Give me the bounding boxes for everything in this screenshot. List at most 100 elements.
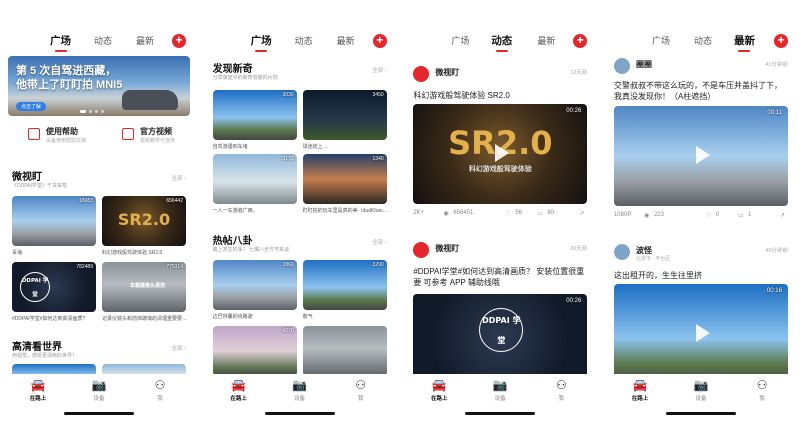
nav-label: 我 <box>157 396 163 402</box>
plaza-content: 第 5 次自驾进西藏， 他带上了盯盯拍 MNI5 点击了解 使用帮助 设备使用帮… <box>6 56 192 374</box>
avatar[interactable] <box>413 242 430 258</box>
tab-feed[interactable]: 动态 <box>94 34 112 47</box>
post-stats: 1080P ◉ 223 ♡ 0 ▭ 1 ↗ <box>614 212 788 222</box>
video-player[interactable]: DDPAI 学堂 00:26 <box>413 294 588 374</box>
like-icon[interactable]: ♡ <box>505 210 510 217</box>
video-player[interactable]: SR2.0 科幻游戏般驾驶体验 00:26 <box>413 104 588 204</box>
promo-banner[interactable]: 第 5 次自驾进西藏， 他带上了盯盯拍 MNI5 点击了解 <box>8 56 190 116</box>
car-icon: 🚘 <box>231 378 247 392</box>
bottom-nav: 🚘 在路上 📷 设备 ⚇ 我 <box>6 378 192 408</box>
nav-me[interactable]: ⚇ 我 <box>140 378 180 402</box>
tab-feed[interactable]: 动态 <box>295 34 313 47</box>
car-icon: 🚘 <box>30 378 46 392</box>
view-all-link[interactable]: 全部 › <box>372 66 386 74</box>
video-thumbnail[interactable]: 3030 <box>212 90 297 140</box>
tab-latest[interactable]: 最新 <box>734 33 755 52</box>
nav-me[interactable]: ⚇ 我 <box>541 378 581 402</box>
avatar[interactable] <box>613 58 630 74</box>
top-tabs: 广场 动态 最新 <box>207 33 393 52</box>
nav-on-the-road[interactable]: 🚘 在路上 <box>18 378 58 402</box>
home-indicator <box>264 412 335 415</box>
post-header: 微视盯 12天前 <box>413 66 587 84</box>
tab-latest[interactable]: 最新 <box>537 34 555 47</box>
view-count: 656451 <box>453 210 474 216</box>
tab-latest[interactable]: 最新 <box>136 34 154 47</box>
banner-pager <box>80 110 104 113</box>
video-thumbnail[interactable]: 4270 <box>212 326 297 374</box>
video-thumbnail[interactable]: DDPAI 学堂 782489 <box>12 262 96 312</box>
author-name[interactable]: 圈圈 <box>636 59 652 70</box>
view-all-link[interactable]: 全部 › <box>372 238 386 246</box>
play-icon <box>495 144 510 162</box>
post-text: 交警叔叔不带这么玩的，不是车压井盖抖了下，我真没发现你！（A柱遮挡） <box>613 81 782 101</box>
phone-screen-plaza-scrolled: 广场 动态 最新 + 发现新奇 分享旅途中的新奇有趣的片刻 全部 › 3030 … <box>206 0 393 427</box>
nav-device[interactable]: 📷 设备 <box>681 378 721 402</box>
phone-screen-plaza: 广场 动态 最新 + 第 5 次自驾进西藏， 他带上了盯盯拍 MNI5 点击了解… <box>6 0 192 427</box>
banner-cta-button[interactable]: 点击了解 <box>16 102 47 111</box>
nav-on-the-road[interactable]: 🚘 在路上 <box>419 378 459 402</box>
user-icon: ⚇ <box>555 378 567 392</box>
tab-feed[interactable]: 动态 <box>694 34 712 47</box>
share-icon[interactable]: ↗ <box>780 212 785 219</box>
plaza-content: 发现新奇 分享旅途中的新奇有趣的片刻 全部 › 3030 自驾游遇到车堵 345… <box>207 56 393 374</box>
author-name[interactable]: 微视盯 <box>435 243 459 254</box>
avatar[interactable] <box>413 66 430 82</box>
tab-plaza[interactable]: 广场 <box>451 34 469 47</box>
screenshot-strip: 广场 动态 最新 + 第 5 次自驾进西藏， 他带上了盯盯拍 MNI5 点击了解… <box>0 0 800 427</box>
view-all-link[interactable]: 全部 › <box>172 344 186 352</box>
add-post-button[interactable]: + <box>172 34 186 48</box>
official-video-subtitle: 视频教学与宣传 <box>140 138 176 144</box>
video-thumbnail[interactable] <box>102 364 186 374</box>
video-caption: 记录仪镜头和前挡玻璃的清理重要要… <box>102 316 188 322</box>
section-title-hd: 高清看世界 <box>12 342 62 353</box>
view-all-link[interactable]: 全部 › <box>172 174 186 182</box>
tab-feed[interactable]: 动态 <box>491 33 512 52</box>
car-image <box>122 90 178 110</box>
video-thumbnail[interactable]: SR2.0 656442 <box>102 196 186 246</box>
video-caption: 青海 <box>12 250 23 256</box>
nav-device[interactable]: 📷 设备 <box>480 378 520 402</box>
avatar[interactable] <box>613 244 630 260</box>
video-player[interactable]: 00:11 <box>613 106 788 206</box>
tab-plaza[interactable]: 广场 <box>652 34 670 47</box>
view-count: 782489 <box>76 264 93 270</box>
comment-icon[interactable]: ▭ <box>738 212 744 219</box>
post-header: 圈圈 41分钟前 <box>613 58 788 76</box>
share-icon[interactable]: ↗ <box>579 210 584 217</box>
video-thumbnail[interactable]: 1340 <box>302 154 387 204</box>
video-caption: 自驾游遇到车堵 <box>212 144 248 150</box>
video-duration: 00:16 <box>766 288 782 294</box>
home-indicator <box>665 412 736 415</box>
video-caption: 盯盯拍的玩车里是真的美（dudKhan… <box>302 208 388 214</box>
tab-plaza[interactable]: 广场 <box>251 33 272 52</box>
video-thumbnail[interactable]: 3290 <box>302 260 387 310</box>
nav-on-the-road[interactable]: 🚘 在路上 <box>219 378 259 402</box>
post-time: 49分钟前 <box>765 248 788 254</box>
add-post-button[interactable]: + <box>372 34 387 48</box>
post-text: 这出租开的，生生往里挤 <box>613 271 702 280</box>
feed-content: 微视盯 12天前 科幻游戏般驾驶体验 SR2.0 SR2.0 科幻游戏般驾驶体验… <box>407 56 593 374</box>
video-thumbnail[interactable] <box>302 326 387 374</box>
video-thumbnail[interactable]: 3450 <box>302 90 387 140</box>
post-header: 微视盯 20天前 <box>413 242 587 260</box>
video-thumbnail[interactable] <box>12 364 96 374</box>
video-thumbnail[interactable]: 1860 <box>212 260 297 310</box>
nav-on-the-road[interactable]: 🚘 在路上 <box>620 378 660 402</box>
comment-icon[interactable]: ▭ <box>537 210 543 217</box>
video-thumbnail[interactable]: 3172 <box>212 154 297 204</box>
official-video-title: 官方视频 <box>140 127 172 136</box>
video-player[interactable]: 00:16 <box>613 284 788 374</box>
add-post-button[interactable]: + <box>773 34 788 48</box>
video-thumbnail[interactable]: 车载摄像头清洗 775314 <box>102 262 186 312</box>
video-thumbnail[interactable]: 18083 <box>12 196 96 246</box>
like-icon[interactable]: ♡ <box>706 212 711 219</box>
video-caption: #DDPAI学堂#如何达到高清画质? <box>12 316 86 322</box>
author-name[interactable]: 微视盯 <box>435 67 459 78</box>
tab-latest[interactable]: 最新 <box>337 34 355 47</box>
section-subtitle-hot: 路上发生的事？ 七嘴八舌齐齐来谈 <box>212 247 290 253</box>
nav-me[interactable]: ⚇ 我 <box>341 378 381 402</box>
nav-device[interactable]: 📷 设备 <box>79 378 119 402</box>
nav-me[interactable]: ⚇ 我 <box>742 378 782 402</box>
tab-plaza[interactable]: 广场 <box>50 33 71 52</box>
nav-device[interactable]: 📷 设备 <box>280 378 320 402</box>
